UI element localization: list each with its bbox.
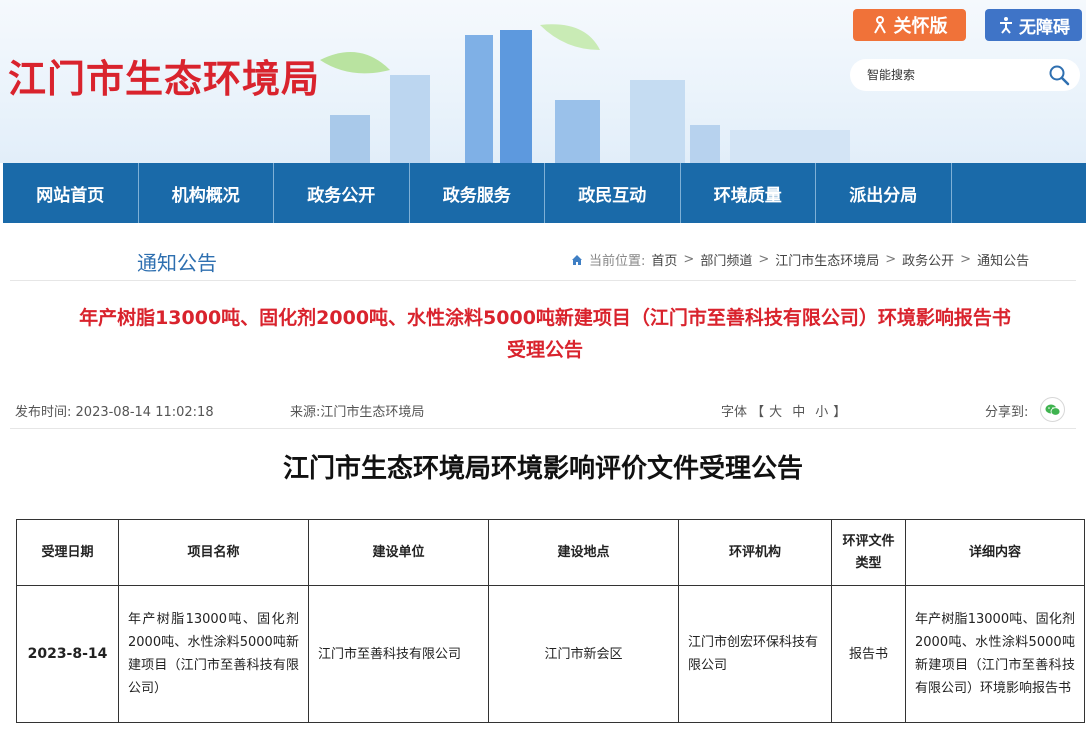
search-box (850, 59, 1080, 91)
article-title: 年产树脂13000吨、固化剂2000吨、水性涂料5000吨新建项目（江门市至善科… (15, 302, 1075, 366)
breadcrumb: 当前位置: 首页 > 部门频道 > 江门市生态环境局 > 政务公开 > 通知公告 (571, 250, 1029, 269)
city-skyline-illustration (320, 24, 850, 163)
breadcrumb-separator: > (960, 252, 972, 267)
divider (10, 428, 1076, 429)
cell-project: 年产树脂13000吨、固化剂2000吨、水性涂料5000吨新建项目（江门市至善科… (118, 585, 309, 723)
divider (10, 280, 1076, 281)
home-icon (572, 254, 582, 265)
accessibility-button[interactable]: 无障碍 (985, 9, 1082, 41)
breadcrumb-notices[interactable]: 通知公告 (977, 250, 1029, 269)
col-header-details: 详细内容 (905, 519, 1085, 586)
cell-builder: 江门市至善科技有限公司 (308, 585, 489, 723)
breadcrumb-gov-info[interactable]: 政务公开 (902, 250, 954, 269)
breadcrumb-home[interactable]: 首页 (651, 250, 677, 269)
share-label: 分享到: (985, 405, 1029, 420)
source: 来源:江门市生态环境局 (290, 401, 424, 420)
search-input[interactable] (867, 68, 1048, 82)
care-mode-button[interactable]: 关怀版 (853, 9, 966, 41)
nav-item-env-quality[interactable]: 环境质量 (681, 163, 816, 223)
font-medium-link[interactable]: 中 (792, 405, 805, 420)
breadcrumb-separator: > (758, 252, 770, 267)
breadcrumb-label: 当前位置: (589, 254, 646, 269)
site-title[interactable]: 江门市生态环境局 (8, 48, 320, 103)
col-header-project: 项目名称 (118, 519, 309, 586)
breadcrumb-bureau[interactable]: 江门市生态环境局 (775, 250, 879, 269)
cell-location: 江门市新会区 (488, 585, 679, 723)
care-mode-label: 关怀版 (893, 16, 948, 37)
font-size-bracket-open: 【 (751, 405, 765, 420)
nav-item-gov-services[interactable]: 政务服务 (410, 163, 545, 223)
acceptance-table: 受理日期 项目名称 建设单位 建设地点 环评机构 环评文件类型 详细内容 202… (16, 519, 1085, 723)
wechat-icon (1045, 404, 1060, 416)
col-header-location: 建设地点 (488, 519, 679, 586)
breadcrumb-separator: > (885, 252, 897, 267)
font-size-selector: 字体 【大中小】 (721, 401, 846, 420)
nav-item-branches[interactable]: 派出分局 (816, 163, 952, 223)
cell-agency: 江门市创宏环保科技有限公司 (678, 585, 832, 723)
breadcrumb-separator: > (683, 252, 695, 267)
article-title-line2: 受理公告 (506, 339, 583, 361)
font-size-bracket-close: 】 (833, 405, 847, 420)
nav-item-about[interactable]: 机构概况 (139, 163, 274, 223)
nav-item-interaction[interactable]: 政民互动 (545, 163, 681, 223)
col-header-date: 受理日期 (16, 519, 119, 586)
cell-details: 年产树脂13000吨、固化剂2000吨、水性涂料5000吨新建项目（江门市至善科… (905, 585, 1085, 723)
font-size-label: 字体 (721, 405, 748, 420)
publish-date-label: 发布时间: (15, 405, 72, 420)
col-header-builder: 建设单位 (308, 519, 489, 586)
accessibility-label: 无障碍 (1019, 17, 1070, 38)
section-title: 通知公告 (137, 251, 217, 275)
article-title-line1: 年产树脂13000吨、固化剂2000吨、水性涂料5000吨新建项目（江门市至善科… (79, 307, 1011, 329)
site-header: 江门市生态环境局 关怀版 无障碍 (0, 0, 1086, 163)
table-header-row: 受理日期 项目名称 建设单位 建设地点 环评机构 环评文件类型 详细内容 (16, 519, 1085, 586)
accessibility-icon (1000, 17, 1012, 34)
col-header-agency: 环评机构 (678, 519, 832, 586)
document-title: 江门市生态环境局环境影响评价文件受理公告 (282, 454, 803, 484)
table-row: 2023-8-14 年产树脂13000吨、固化剂2000吨、水性涂料5000吨新… (16, 585, 1085, 723)
cell-date: 2023-8-14 (16, 585, 119, 723)
nav-item-gov-info[interactable]: 政务公开 (274, 163, 410, 223)
publish-date-value: 2023-08-14 11:02:18 (75, 405, 214, 420)
source-value: 江门市生态环境局 (320, 405, 425, 420)
font-small-link[interactable]: 小 (815, 405, 828, 420)
font-large-link[interactable]: 大 (769, 405, 782, 420)
main-nav: 网站首页 机构概况 政务公开 政务服务 政民互动 环境质量 派出分局 (3, 163, 1086, 223)
person-icon (873, 16, 886, 34)
publish-date: 发布时间: 2023-08-14 11:02:18 (15, 401, 214, 420)
cell-doc-type: 报告书 (831, 585, 906, 723)
source-label: 来源: (290, 405, 321, 420)
col-header-doc-type: 环评文件类型 (831, 519, 906, 586)
breadcrumb-dept[interactable]: 部门频道 (700, 250, 752, 269)
wechat-share-icon[interactable] (1040, 397, 1065, 422)
nav-item-home[interactable]: 网站首页 (3, 163, 139, 223)
search-icon[interactable] (1048, 64, 1070, 86)
